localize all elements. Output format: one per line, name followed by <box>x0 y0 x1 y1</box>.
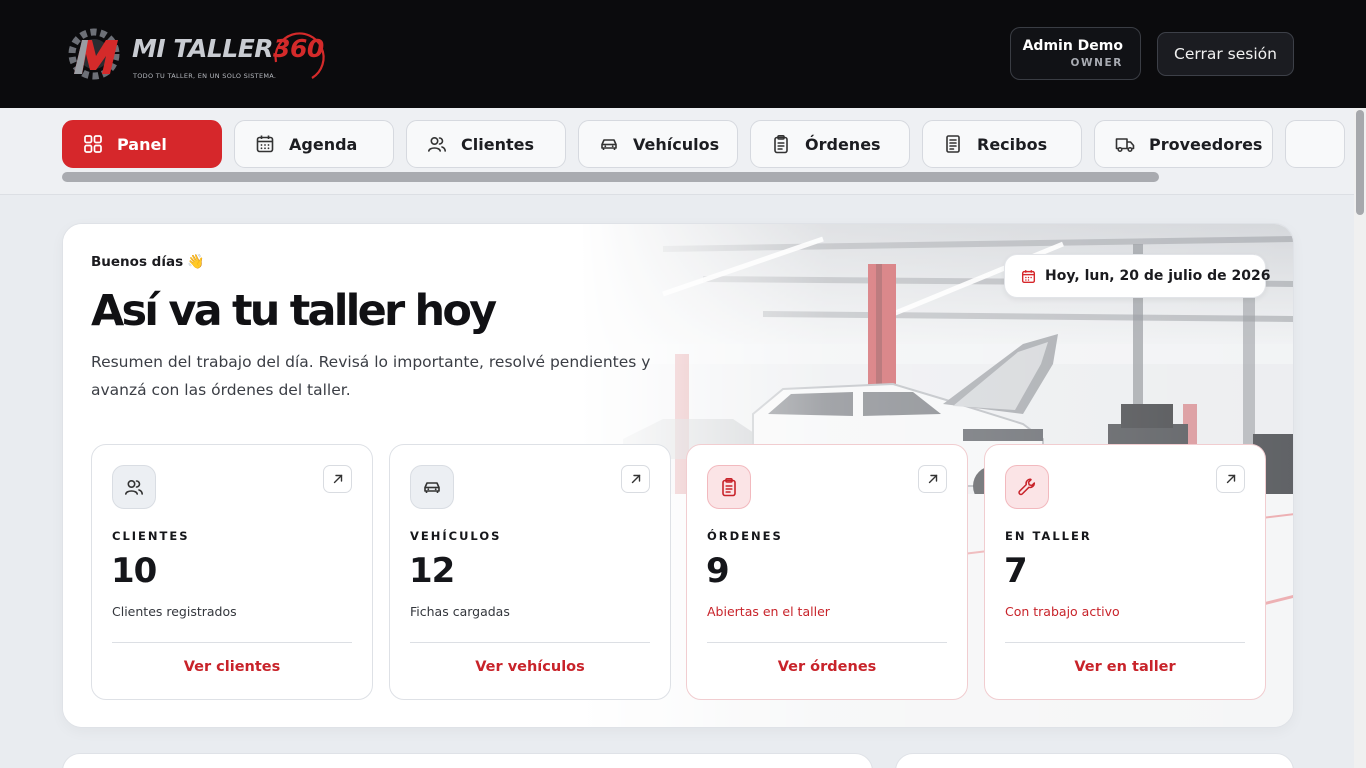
tab-label: Recibos <box>977 134 1048 154</box>
arrow-up-right-icon <box>333 474 342 484</box>
tab-clientes[interactable]: Clientes <box>406 120 566 168</box>
user-name: Admin Demo <box>1022 38 1123 54</box>
ver-vehiculos-link[interactable]: Ver vehículos <box>390 659 670 675</box>
greeting-text: Buenos días <box>91 254 184 270</box>
stat-value: 10 <box>111 551 157 591</box>
bottom-card-left <box>62 753 873 768</box>
arrow-up-right-icon <box>631 474 640 484</box>
greeting: Buenos días 👋 <box>91 254 205 270</box>
stat-icon-box <box>410 465 454 509</box>
tab-vehiculos[interactable]: Vehículos <box>578 120 738 168</box>
stat-label: ÓRDENES <box>707 529 783 543</box>
date-text: Hoy, lun, 20 de julio de 2026 <box>1045 268 1271 284</box>
page-scrollbar-thumb[interactable] <box>1356 110 1364 215</box>
tab-recibos[interactable]: Recibos <box>922 120 1082 168</box>
stat-label: EN TALLER <box>1005 529 1092 543</box>
open-external-button[interactable] <box>621 465 650 493</box>
ver-clientes-link[interactable]: Ver clientes <box>92 659 372 675</box>
tab-label: Agenda <box>289 134 358 154</box>
divider <box>410 642 650 643</box>
arrow-up-right-icon <box>1226 474 1235 484</box>
ver-en-taller-link[interactable]: Ver en taller <box>985 659 1265 675</box>
nav-scrollbar[interactable] <box>62 172 1159 182</box>
stat-description: Fichas cargadas <box>410 604 510 619</box>
page-title: Así va tu taller hoy <box>91 286 497 336</box>
users-icon <box>428 136 446 152</box>
gear-m-logo-icon <box>68 28 120 80</box>
clipboard-icon <box>722 477 736 497</box>
stat-description: Clientes registrados <box>112 604 237 619</box>
stat-icon-box <box>1005 465 1049 509</box>
tab-label: Vehículos <box>633 134 720 154</box>
open-external-button[interactable] <box>918 465 947 493</box>
arrow-up-right-icon <box>928 474 937 484</box>
ver-ordenes-link[interactable]: Ver órdenes <box>687 659 967 675</box>
stat-card-clientes[interactable]: CLIENTES 10 Clientes registrados Ver cli… <box>91 444 373 700</box>
top-header: MI TALLER360 TODO TU TALLER, EN UN SOLO … <box>0 0 1366 108</box>
users-icon <box>125 479 143 495</box>
user-role: OWNER <box>1070 57 1123 69</box>
wrench-icon <box>1018 478 1036 496</box>
tab-label: Proveedores <box>1149 134 1263 154</box>
brand-tagline: TODO TU TALLER, EN UN SOLO SISTEMA. <box>133 72 277 80</box>
grid-icon <box>84 135 102 153</box>
stat-label: VEHÍCULOS <box>410 529 502 543</box>
stat-card-ordenes[interactable]: ÓRDENES 9 Abiertas en el taller Ver órde… <box>686 444 968 700</box>
brand-logo[interactable]: MI TALLER360 TODO TU TALLER, EN UN SOLO … <box>66 24 328 86</box>
calendar-icon <box>256 135 274 153</box>
stat-card-en-taller[interactable]: EN TALLER 7 Con trabajo activo Ver en ta… <box>984 444 1266 700</box>
car-icon <box>424 482 440 493</box>
dashboard-hero: Buenos días 👋 Así va tu taller hoy Resume… <box>62 223 1294 728</box>
stat-label: CLIENTES <box>112 529 190 543</box>
open-external-button[interactable] <box>1216 465 1245 493</box>
calendar-icon <box>1021 269 1036 283</box>
tab-proveedores[interactable]: Proveedores <box>1094 120 1273 168</box>
stat-value: 12 <box>409 551 455 591</box>
bottom-card-right <box>895 753 1294 768</box>
divider <box>707 642 947 643</box>
open-external-button[interactable] <box>323 465 352 493</box>
stat-card-vehiculos[interactable]: VEHÍCULOS 12 Fichas cargadas Ver vehícul… <box>389 444 671 700</box>
truck-icon <box>1115 138 1135 153</box>
clipboard-icon <box>774 134 788 154</box>
user-info[interactable]: Admin Demo OWNER <box>1010 27 1141 80</box>
receipt-icon <box>946 135 960 153</box>
tab-label: Clientes <box>461 134 534 154</box>
divider <box>1005 642 1245 643</box>
stat-value: 9 <box>706 551 730 591</box>
logout-button[interactable]: Cerrar sesión <box>1157 32 1294 76</box>
tab-label: Panel <box>117 134 167 154</box>
brand-ring-icon <box>274 32 325 79</box>
tab-label: Órdenes <box>805 134 881 154</box>
stat-description: Con trabajo activo <box>1005 604 1120 619</box>
stat-icon-box <box>112 465 156 509</box>
date-badge: Hoy, lun, 20 de julio de 2026 <box>1004 254 1270 298</box>
page-subtitle: Resumen del trabajo del día. Revisá lo i… <box>91 353 651 399</box>
main-nav: Panel Agenda Clientes Vehículos Órdenes … <box>0 108 1366 195</box>
car-icon <box>601 139 617 150</box>
tab-agenda[interactable]: Agenda <box>234 120 394 168</box>
stat-value: 7 <box>1004 551 1028 591</box>
tab-more-partial[interactable] <box>1285 120 1345 168</box>
stat-icon-box <box>707 465 751 509</box>
stat-description: Abiertas en el taller <box>707 604 830 619</box>
divider <box>112 642 352 643</box>
tab-panel[interactable]: Panel <box>62 120 222 168</box>
tab-ordenes[interactable]: Órdenes <box>750 120 910 168</box>
wave-emoji: 👋 <box>187 254 205 270</box>
